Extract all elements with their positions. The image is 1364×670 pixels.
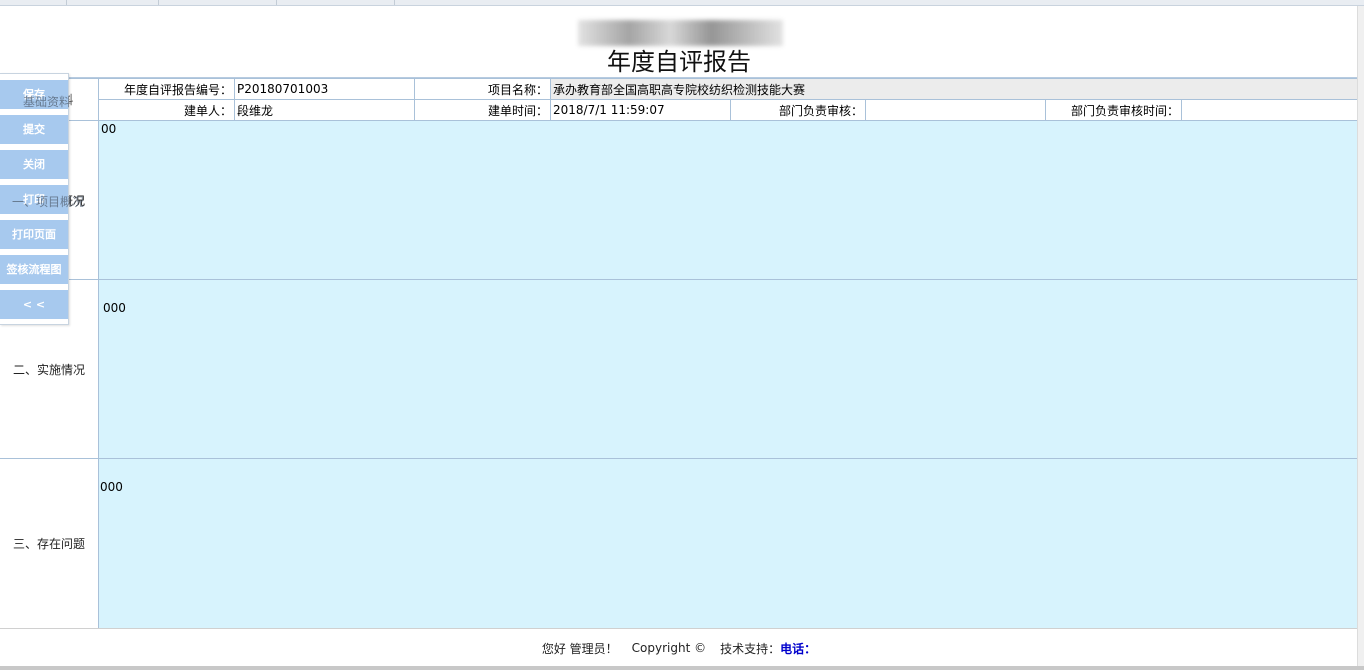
print-page-button[interactable]: 打印页面 — [0, 220, 68, 249]
report-no-label: 年度自评报告编号： — [98, 78, 235, 100]
bottom-border — [0, 666, 1364, 670]
section-label: 三、存在问题 — [0, 459, 99, 628]
section-content-area[interactable]: 00 — [99, 121, 1358, 279]
top-tab[interactable] — [66, 0, 159, 5]
collapse-toolbar-button[interactable]: < < — [0, 290, 68, 319]
support-label: 技术支持： — [720, 641, 781, 656]
report-info-table: 基础资料 年度自评报告编号： P20180701003 项目名称： 承办教育部全… — [0, 78, 1360, 121]
created-time-value: 2018/7/1 11:59:07 — [550, 99, 731, 121]
top-tab[interactable] — [276, 0, 395, 5]
section-problems: 三、存在问题 000 — [0, 459, 1358, 629]
top-tab[interactable] — [158, 0, 277, 5]
section-content-text: 000 — [103, 301, 126, 315]
section-content-text: 000 — [100, 480, 123, 494]
flowchart-button[interactable]: 签核流程图 — [0, 255, 68, 284]
project-name-label: 项目名称： — [414, 78, 551, 100]
section-content-area[interactable]: 000 — [99, 459, 1358, 628]
close-button[interactable]: 关闭 — [0, 150, 68, 179]
creator-value: 段维龙 — [234, 99, 415, 121]
created-time-label: 建单时间： — [414, 99, 551, 121]
creator-label: 建单人： — [98, 99, 235, 121]
report-no-value: P20180701003 — [234, 78, 415, 100]
project-name-value: 承办教育部全国高职高专院校纺织检测技能大赛 — [549, 78, 1360, 100]
dept-review-value — [865, 99, 1046, 121]
dept-review-time-label: 部门负责审核时间： — [1045, 99, 1182, 121]
top-tab[interactable] — [0, 0, 67, 5]
section-implementation: 二、实施情况 000 — [0, 280, 1358, 459]
section-content-text: 00 — [101, 122, 117, 136]
dept-review-time-value — [1180, 99, 1360, 121]
section-project-overview: 一、项目概况 00 — [0, 121, 1358, 280]
basic-info-label-overlap: 基础资料 — [23, 95, 72, 109]
report-header: 年度自评报告 — [0, 6, 1358, 78]
section-content-area[interactable]: 000 — [99, 280, 1358, 458]
page-footer: 您好 管理员！ Copyright © 技术支持： 电话： — [0, 628, 1358, 667]
dept-review-label: 部门负责审核： — [730, 99, 866, 121]
submit-button[interactable]: 提交 — [0, 115, 68, 144]
greeting-text: 您好 管理员！ — [541, 641, 618, 656]
section-label-overlap: 一、项目概况 — [12, 195, 85, 209]
vertical-scrollbar[interactable] — [1357, 6, 1364, 666]
page-title: 年度自评报告 — [607, 48, 751, 76]
copyright-text: Copyright © — [631, 641, 707, 655]
phone-label: 电话： — [780, 641, 817, 656]
